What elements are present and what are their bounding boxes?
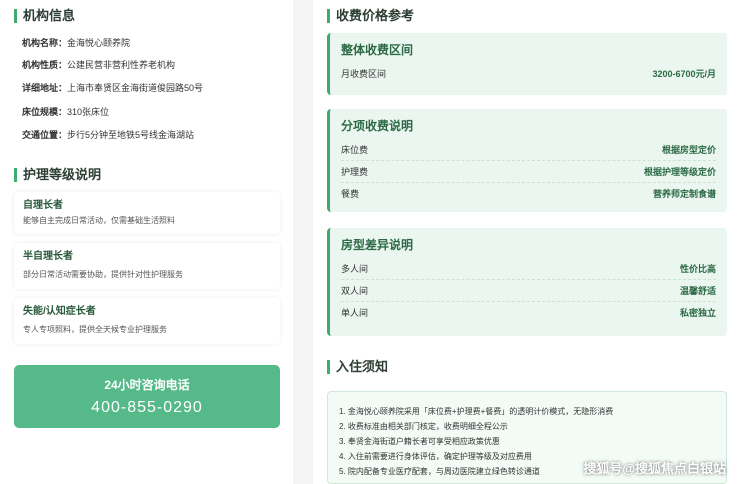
care-title: 半自理长者 — [23, 251, 73, 262]
notice-title: 入住须知 — [327, 360, 388, 374]
info-value: 上海市奉贤区金海街道俊园路50号 — [67, 83, 204, 93]
care-title: 失能/认知症长者 — [23, 306, 96, 317]
info-label: 机构性质： — [22, 60, 68, 70]
price-row: 双人间 温馨舒适 — [341, 280, 716, 302]
row-value: 营养师定制食谱 — [652, 189, 716, 199]
price-row: 护理费 根据护理等级定价 — [341, 161, 716, 183]
hotline-label: 24小时咨询电话 — [104, 378, 190, 392]
care-desc: 专人专项照料，提供全天候专业护理服务 — [23, 325, 167, 334]
info-value: 金海悦心颐养院 — [67, 38, 131, 48]
row-key: 多人间 — [341, 264, 369, 274]
care-desc: 部分日常活动需要协助，提供针对性护理服务 — [23, 270, 183, 279]
price-row: 单人间 私密独立 — [341, 302, 716, 323]
price-row: 床位费 根据房型定价 — [341, 139, 716, 161]
care-card-disabled: 失能/认知症长者 专人专项照料，提供全天候专业护理服务 — [14, 298, 280, 344]
row-key: 床位费 — [341, 145, 369, 155]
card-title: 房型差异说明 — [341, 238, 414, 252]
info-value: 310张床位 — [67, 107, 110, 117]
row-value: 3200-6700元/月 — [652, 69, 716, 79]
info-row-name: 机构名称：金海悦心颐养院 — [22, 38, 130, 48]
info-row-nature: 机构性质：公建民营非营利性养老机构 — [22, 60, 175, 70]
row-key: 单人间 — [341, 308, 369, 318]
price-row: 多人间 性价比高 — [341, 258, 716, 280]
row-value: 私密独立 — [679, 308, 716, 318]
care-desc: 能够自主完成日常活动，仅需基础生活照料 — [23, 216, 175, 225]
price-row: 月收费区间 3200-6700元/月 — [341, 63, 716, 84]
room-type-card: 房型差异说明 多人间 性价比高 双人间 温馨舒适 单人间 私密独立 — [327, 228, 727, 336]
care-title: 自理长者 — [23, 200, 63, 211]
hotline-box[interactable]: 24小时咨询电话 400-855-0290 — [14, 365, 280, 428]
info-label: 床位规模： — [22, 107, 68, 117]
overall-price-card: 整体收费区间 月收费区间 3200-6700元/月 — [327, 33, 727, 95]
card-title: 整体收费区间 — [341, 43, 414, 57]
row-value: 温馨舒适 — [679, 286, 716, 296]
org-info-title: 机构信息 — [14, 9, 75, 23]
notice-item: 2. 收费标准由相关部门核定，收费明细全程公示 — [339, 422, 508, 431]
info-value: 公建民营非营利性养老机构 — [67, 60, 176, 70]
info-value: 步行5分钟至地铁5号线金海湖站 — [67, 130, 195, 140]
info-label: 交通位置： — [22, 130, 68, 140]
row-key: 双人间 — [341, 286, 369, 296]
notice-item: 3. 奉贤金海街道户籍长者可享受相应政策优惠 — [339, 437, 500, 446]
row-key: 月收费区间 — [341, 69, 387, 79]
care-level-title: 护理等级说明 — [14, 168, 101, 182]
info-label: 详细地址： — [22, 83, 68, 93]
row-key: 餐费 — [341, 189, 360, 199]
info-row-transport: 交通位置：步行5分钟至地铁5号线金海湖站 — [22, 130, 194, 140]
notice-item: 1. 金海悦心颐养院采用「床位费+护理费+餐费」的透明计价模式，无隐形消费 — [339, 407, 614, 416]
watermark: 搜狐号@搜狐焦点白银站 — [583, 461, 726, 476]
row-value: 性价比高 — [679, 264, 716, 274]
info-row-beds: 床位规模：310张床位 — [22, 107, 109, 117]
card-title: 分项收费说明 — [341, 119, 414, 133]
row-value: 根据房型定价 — [661, 145, 716, 155]
info-label: 机构名称： — [22, 38, 68, 48]
price-row: 餐费 营养师定制食谱 — [341, 183, 716, 204]
row-key: 护理费 — [341, 167, 369, 177]
price-title: 收费价格参考 — [327, 9, 414, 23]
care-card-semi: 半自理长者 部分日常活动需要协助，提供针对性护理服务 — [14, 243, 280, 289]
hotline-number[interactable]: 400-855-0290 — [14, 399, 280, 417]
care-card-self: 自理长者 能够自主完成日常活动，仅需基础生活照料 — [14, 192, 280, 234]
itemized-price-card: 分项收费说明 床位费 根据房型定价 护理费 根据护理等级定价 餐费 营养师定制食谱 — [327, 109, 727, 212]
row-value: 根据护理等级定价 — [643, 167, 716, 177]
info-row-address: 详细地址：上海市奉贤区金海街道俊园路50号 — [22, 83, 203, 93]
